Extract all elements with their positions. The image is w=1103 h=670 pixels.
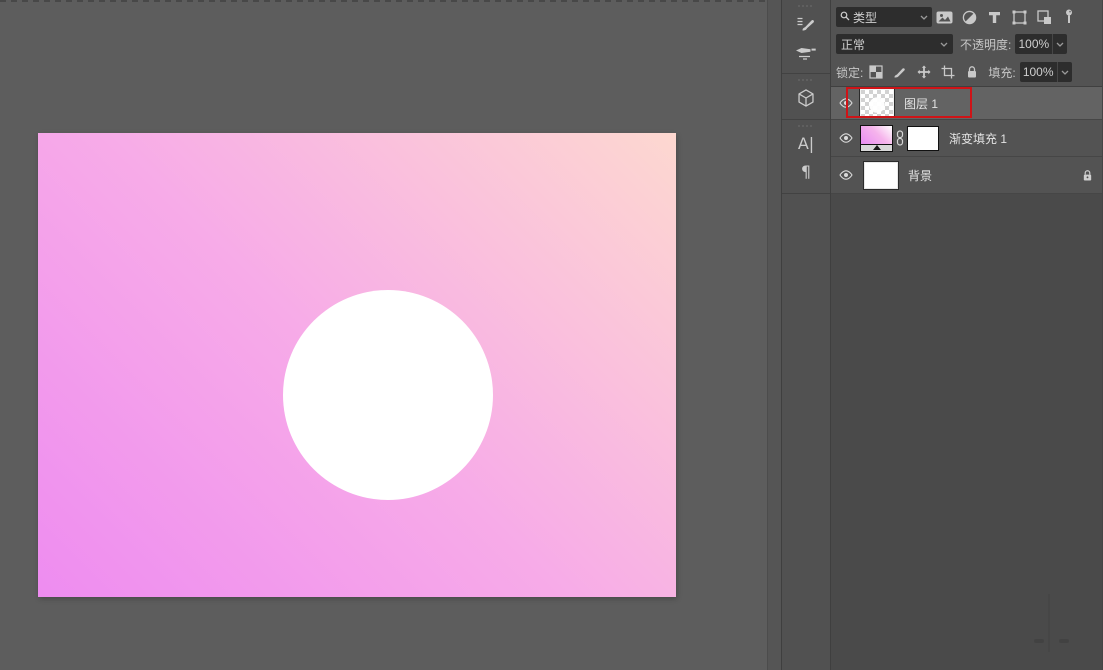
- layers-panel: 类型: [831, 0, 1103, 670]
- dock-group-type: A| ¶: [782, 120, 830, 194]
- document-area[interactable]: [0, 0, 767, 670]
- character-panel-glyph: A|: [798, 136, 814, 152]
- fill-value: 100%: [1020, 65, 1057, 79]
- blend-opacity-row: 正常 不透明度: 100%: [831, 30, 1102, 58]
- dock-group-brushes: [782, 0, 830, 74]
- layer-filter-type-label: 类型: [853, 9, 920, 26]
- brush-settings-panel-icon[interactable]: [789, 11, 823, 37]
- pixel-layer-filter-icon[interactable]: [935, 8, 953, 26]
- lock-transparent-pixels-icon[interactable]: [868, 64, 884, 80]
- lock-image-pixels-brush-icon[interactable]: [892, 64, 908, 80]
- search-icon: [840, 10, 850, 24]
- paragraph-panel-icon[interactable]: ¶: [789, 159, 823, 185]
- blend-mode-value: 正常: [841, 36, 940, 53]
- background-thumbnail[interactable]: [864, 162, 898, 189]
- faint-mark: [1059, 639, 1069, 643]
- opacity-label: 不透明度:: [960, 36, 1011, 53]
- background-lock-icon: [1082, 169, 1093, 182]
- lock-fill-row: 锁定:: [831, 58, 1102, 86]
- layer-name[interactable]: 背景: [908, 167, 932, 184]
- gradient-swatch: [861, 126, 892, 144]
- dock-grabber[interactable]: [798, 79, 814, 81]
- window-top-dashed-edge: [0, 0, 781, 2]
- layer-row-background[interactable]: 背景: [831, 157, 1102, 194]
- panel-divider-faint: [1048, 594, 1050, 652]
- layer-filter-icons: [935, 8, 1085, 26]
- layers-panel-header: 类型: [831, 0, 1102, 87]
- white-circle-artwork: [283, 290, 493, 500]
- layer-mask-thumbnail[interactable]: [907, 126, 939, 151]
- layer1-transparent-thumbnail[interactable]: [860, 89, 894, 117]
- opacity-input[interactable]: 100%: [1015, 34, 1067, 54]
- opacity-value: 100%: [1015, 37, 1052, 51]
- brushes-panel-icon[interactable]: [789, 39, 823, 65]
- layers-panel-empty-area: [831, 194, 1102, 670]
- character-panel-icon[interactable]: A|: [789, 131, 823, 157]
- dock-grabber[interactable]: [798, 5, 814, 7]
- layer-list: 图层 1 渐变填充 1: [831, 87, 1102, 194]
- lock-label: 锁定:: [836, 64, 863, 81]
- fill-label: 填充:: [988, 64, 1015, 81]
- dock-group-3d: [782, 74, 830, 120]
- gradient-fill-thumbnail[interactable]: [860, 125, 893, 152]
- visibility-eye-icon[interactable]: [831, 133, 860, 143]
- layer-filter-type-dropdown[interactable]: 类型: [836, 7, 932, 27]
- smart-object-filter-icon[interactable]: [1035, 8, 1053, 26]
- type-layer-filter-icon[interactable]: [985, 8, 1003, 26]
- visibility-eye-icon[interactable]: [831, 170, 860, 180]
- shape-layer-filter-icon[interactable]: [1010, 8, 1028, 26]
- adjustment-layer-filter-icon[interactable]: [960, 8, 978, 26]
- filter-toggle-pin-icon[interactable]: [1060, 8, 1078, 26]
- paragraph-panel-glyph: ¶: [801, 164, 811, 180]
- visibility-eye-icon[interactable]: [831, 98, 860, 108]
- layer-name[interactable]: 渐变填充 1: [949, 130, 1007, 147]
- layer-row-gradient-fill[interactable]: 渐变填充 1: [831, 120, 1102, 157]
- photoshop-workspace: A| ¶ 类型: [0, 0, 1103, 670]
- layer-row-layer1[interactable]: 图层 1: [831, 87, 1102, 120]
- 3d-panel-icon[interactable]: [789, 85, 823, 111]
- lock-position-move-icon[interactable]: [916, 64, 932, 80]
- lock-all-padlock-icon[interactable]: [964, 64, 980, 80]
- blend-mode-dropdown[interactable]: 正常: [836, 34, 953, 54]
- vertical-scrollbar[interactable]: [767, 0, 781, 670]
- gradient-midpoint-marker: [873, 145, 881, 150]
- layer-mask-link-icon[interactable]: [893, 130, 907, 146]
- chevron-down-icon[interactable]: [1052, 34, 1067, 54]
- gradient-ramp: [861, 144, 892, 151]
- panel-dock: A| ¶: [781, 0, 831, 670]
- chevron-down-icon[interactable]: [1057, 62, 1072, 82]
- chevron-down-icon: [940, 42, 948, 47]
- layer-filter-row: 类型: [831, 4, 1102, 30]
- document-canvas[interactable]: [38, 133, 676, 597]
- chevron-down-icon: [920, 15, 928, 20]
- faint-mark: [1034, 639, 1044, 643]
- layer-name[interactable]: 图层 1: [904, 95, 938, 112]
- lock-artboard-icon[interactable]: [940, 64, 956, 80]
- dock-grabber[interactable]: [798, 125, 814, 127]
- fill-input[interactable]: 100%: [1020, 62, 1072, 82]
- lock-icons: [868, 64, 988, 80]
